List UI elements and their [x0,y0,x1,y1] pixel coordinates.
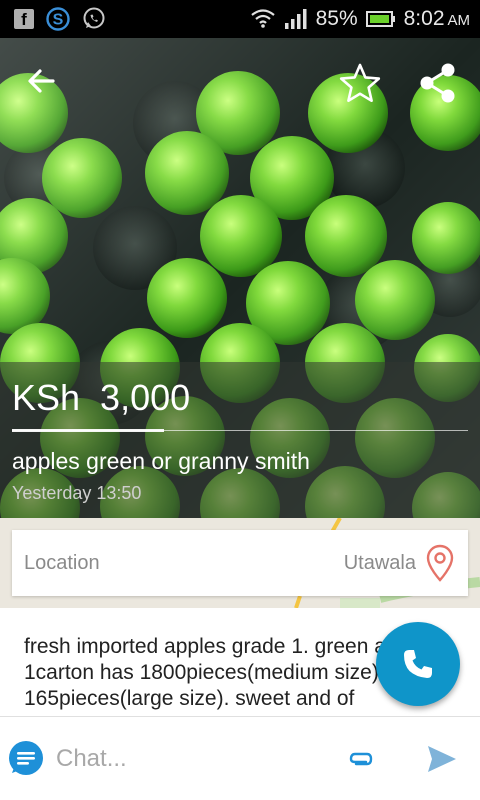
whatsapp-icon [83,7,105,29]
map-pin-icon [426,544,454,582]
listing-title: apples green or granny smith [12,448,310,474]
phone-icon [404,650,432,678]
toolbar [0,62,480,104]
listing-date: Yesterday 13:50 [12,483,142,503]
listing-price: KSh 3,000 [12,377,191,418]
signal-icon [284,9,307,29]
attachment-icon[interactable] [348,749,374,769]
facebook-icon: f [14,9,34,29]
location-value-group: Utawala [344,544,454,582]
image-pager-indicator [12,429,164,432]
location-card[interactable]: Location Utawala [12,530,468,596]
status-bar: f S 85% 8:02 AM [0,0,480,38]
call-button[interactable] [376,622,460,706]
skype-icon: S [46,7,70,31]
location-label: Location [24,551,100,574]
clock: 8:02 AM [403,7,470,30]
svg-text:S: S [53,12,64,29]
back-arrow-icon[interactable] [26,66,56,96]
favorite-star-icon[interactable] [338,62,382,104]
chat-bubble-icon [9,741,43,775]
battery-icon [365,11,395,27]
battery-percent: 85% [315,7,358,30]
share-icon[interactable] [418,62,458,104]
send-icon[interactable] [426,743,458,775]
wifi-icon [250,9,275,28]
location-value: Utawala [343,551,416,574]
chat-bar [0,716,480,800]
chat-input[interactable] [56,741,336,777]
